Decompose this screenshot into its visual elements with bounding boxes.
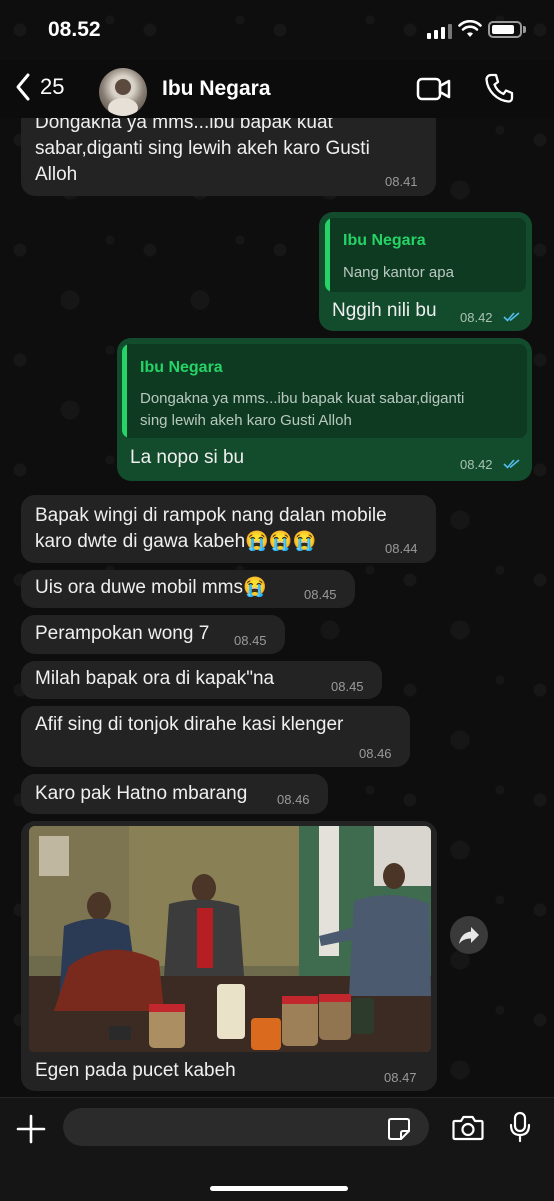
quote-text: sing lewih akeh karo Gusti Alloh [140, 412, 352, 429]
message-time: 08.45 [331, 679, 364, 694]
quote-author: Ibu Negara [140, 359, 223, 376]
battery-tip [523, 26, 526, 33]
message-text: Nggih nili bu [332, 300, 437, 321]
microphone-icon[interactable] [508, 1111, 532, 1143]
chat-photo[interactable] [29, 826, 431, 1052]
message-bubble-incoming[interactable]: Afif sing di tonjok dirahe kasi klenger … [21, 706, 410, 767]
message-bubble-outgoing[interactable]: Ibu Negara Dongakna ya mms...ibu bapak k… [117, 338, 532, 481]
phone-call-icon[interactable] [484, 72, 514, 104]
message-time: 08.44 [385, 541, 418, 556]
message-time: 08.45 [304, 587, 337, 602]
avatar[interactable] [99, 68, 147, 116]
read-receipt-icon [503, 312, 520, 322]
contact-name[interactable]: Ibu Negara [162, 77, 271, 101]
message-time: 08.41 [385, 174, 418, 189]
message-text: Afif sing di tonjok dirahe kasi klenger [35, 714, 344, 735]
message-time: 08.46 [277, 792, 310, 807]
avatar-photo-icon [108, 79, 138, 116]
quoted-message[interactable]: Ibu Negara Dongakna ya mms...ibu bapak k… [122, 344, 527, 438]
quote-text: Nang kantor apa [343, 264, 454, 281]
message-bubble-outgoing[interactable]: Ibu Negara Nang kantor apa Nggih nili bu… [319, 212, 532, 331]
message-text: sabar,diganti sing lewih akeh karo Gusti [35, 138, 370, 159]
forward-button[interactable] [450, 916, 488, 954]
message-time: 08.47 [384, 1070, 417, 1085]
message-text: Bapak wingi di rampok nang dalan mobile [35, 505, 387, 526]
read-receipt-icon [503, 459, 520, 469]
cellular-signal-icon [427, 24, 452, 39]
chevron-left-icon [16, 73, 30, 101]
back-button[interactable]: 25 [14, 72, 64, 102]
quote-text: Dongakna ya mms...ibu bapak kuat sabar,d… [140, 390, 465, 407]
message-text: Perampokan wong 7 [35, 623, 210, 644]
message-time: 08.45 [234, 633, 267, 648]
battery-icon [488, 21, 522, 38]
status-bar: 08.52 [0, 0, 554, 60]
photo-caption: Egen pada pucet kabeh [35, 1060, 236, 1081]
chat-header: 25 Ibu Negara [0, 60, 554, 118]
photo-image [29, 826, 431, 1052]
quote-accent-bar [122, 344, 127, 438]
sticker-icon[interactable] [387, 1117, 411, 1141]
home-indicator [210, 1186, 348, 1191]
message-bubble-incoming[interactable]: Karo pak Hatno mbarang 08.46 [21, 774, 328, 814]
message-text: Uis ora duwe mobil mms😭 [35, 577, 267, 598]
status-time: 08.52 [48, 18, 101, 41]
message-text: karo dwte di gawa kabeh😭😭😭 [35, 531, 317, 552]
message-time: 08.42 [460, 310, 493, 325]
message-time: 08.46 [359, 746, 392, 761]
quote-accent-bar [325, 218, 330, 292]
quoted-message[interactable]: Ibu Negara Nang kantor apa [325, 218, 526, 292]
message-input[interactable] [63, 1108, 429, 1146]
forward-arrow-icon [459, 927, 479, 944]
wifi-icon [458, 20, 482, 37]
message-bubble-incoming[interactable]: Perampokan wong 7 08.45 [21, 615, 285, 654]
plus-icon[interactable] [16, 1114, 46, 1144]
message-text: Alloh [35, 164, 78, 185]
message-text: Karo pak Hatno mbarang [35, 783, 248, 804]
camera-icon[interactable] [452, 1115, 484, 1141]
message-bubble-incoming[interactable]: Uis ora duwe mobil mms😭 08.45 [21, 570, 355, 608]
message-text: La nopo si bu [130, 447, 245, 468]
message-text: Milah bapak ora di kapak"na [35, 668, 275, 689]
video-call-icon[interactable] [416, 75, 452, 103]
quote-author: Ibu Negara [343, 232, 426, 249]
message-time: 08.42 [460, 457, 493, 472]
message-bubble-incoming[interactable]: Milah bapak ora di kapak"na 08.45 [21, 661, 382, 699]
message-bubble-incoming[interactable]: Bapak wingi di rampok nang dalan mobile … [21, 495, 436, 563]
unread-count: 25 [40, 74, 65, 99]
